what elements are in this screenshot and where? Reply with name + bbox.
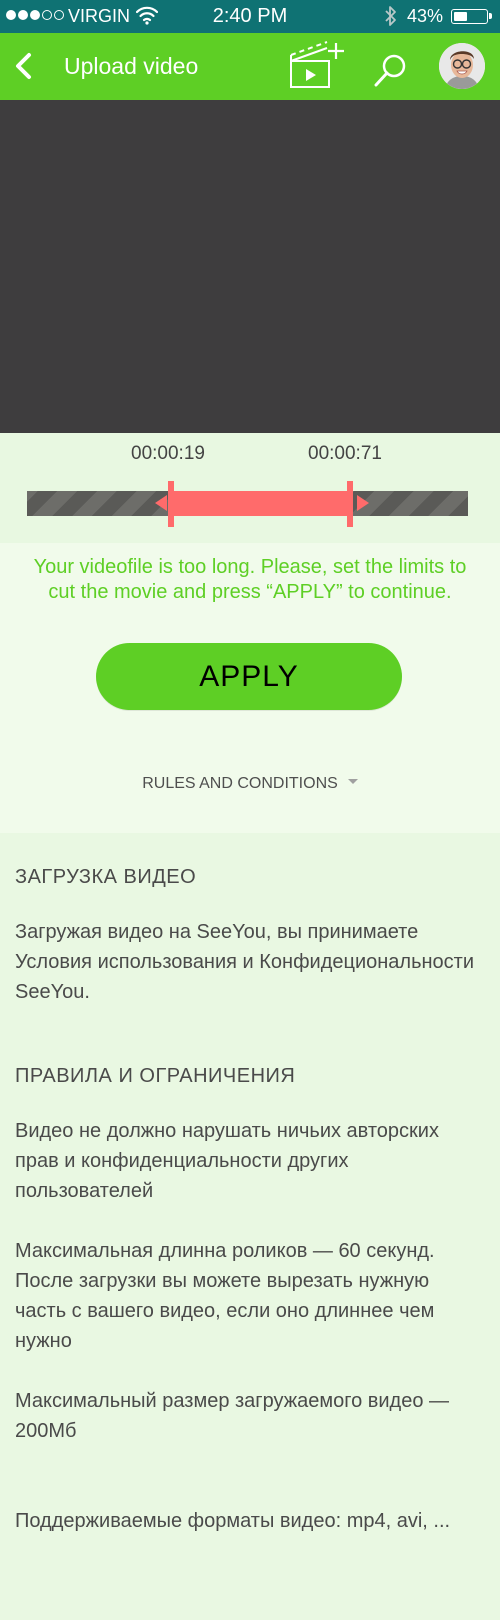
caret-down-icon [347,779,358,785]
search-icon[interactable] [372,53,408,89]
trim-start-handle[interactable] [168,481,174,527]
rules-toggle-label: RULES AND CONDITIONS [142,775,338,792]
status-bar: VIRGIN 2:40 PM 43% [0,0,500,33]
section-paragraph: Поддерживаемые форматы видео: mp4, avi, … [15,1510,451,1532]
battery-fill [454,12,467,21]
user-avatar-icon [439,43,485,89]
trim-end-handle[interactable] [347,481,353,527]
trim-start-time: 00:00:19 [131,443,205,464]
video-preview[interactable] [0,100,500,433]
battery-nub [489,13,492,19]
section-paragraph: Максимальная длинна роликов — 60 секунд.… [15,1240,435,1352]
section-heading: ЗАГРУЗКА ВИДЕО [15,866,197,888]
bluetooth-icon [385,6,396,26]
battery-icon [451,9,492,24]
trim-panel: 00:00:19 00:00:71 [0,433,500,543]
battery-percentage: 43% [407,6,444,26]
trim-left-arrow-icon [155,495,167,511]
section-heading: ПРАВИЛА И ОГРАНИЧЕНИЯ [15,1065,296,1087]
section-paragraph: Загружая видео на SeeYou, вы принимаете … [15,921,475,1003]
trim-end-time: 00:00:71 [308,443,382,464]
section-paragraph: Максимальный размер загружаемого видео —… [15,1390,450,1442]
notice-message: Your videofile is too long. Please, set … [33,556,467,603]
section-paragraph: Видео не должно нарушать ничьих авторски… [15,1120,439,1202]
apply-panel: Your videofile is too long. Please, set … [0,543,500,833]
rules-content: ЗАГРУЗКА ВИДЕО Загружая видео на SeeYou,… [15,866,485,1536]
chevron-left-icon[interactable] [10,51,40,81]
page-title: Upload video [64,53,199,79]
apply-button[interactable]: APPLY [96,643,402,710]
trim-right-arrow-icon [357,495,369,511]
app-header: Upload video [0,33,500,100]
trim-selection[interactable] [168,491,351,516]
clapperboard-add-icon[interactable] [288,41,348,91]
rules-and-conditions-toggle[interactable]: RULES AND CONDITIONS [0,775,500,793]
avatar[interactable] [439,43,485,89]
